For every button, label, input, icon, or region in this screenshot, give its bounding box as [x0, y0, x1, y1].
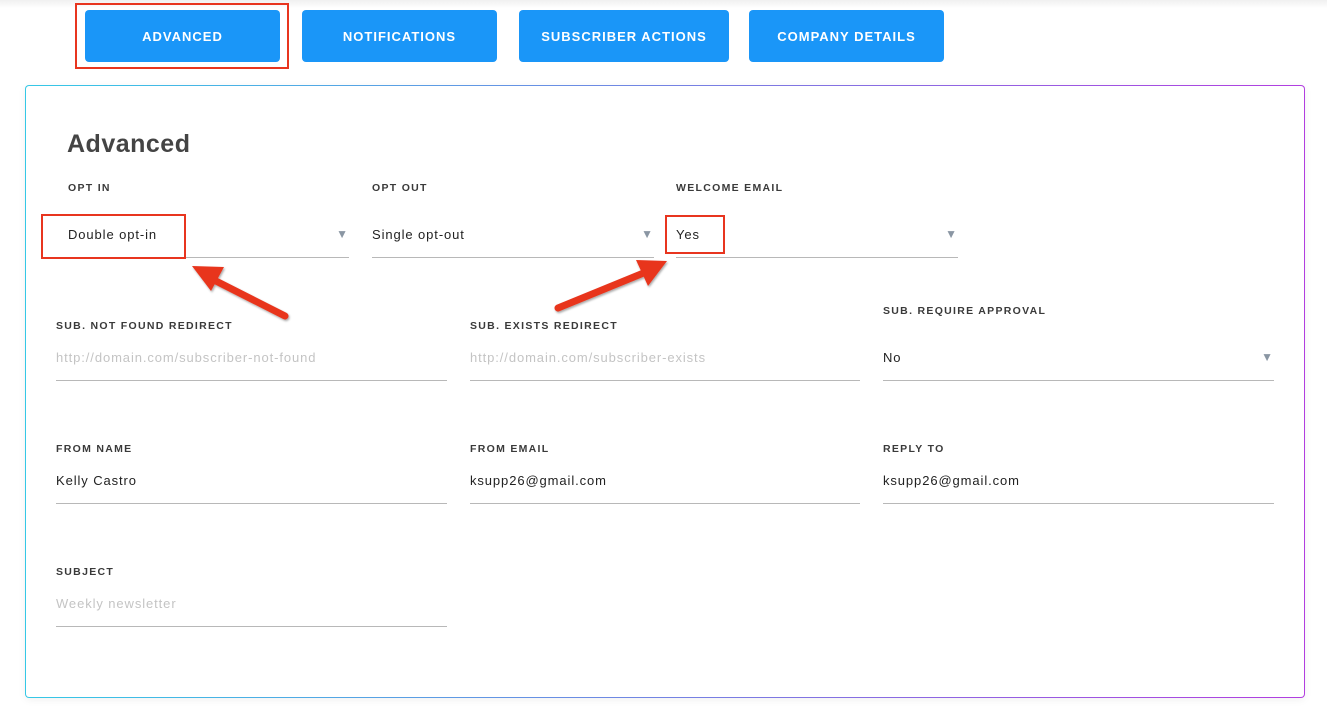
annotation-arrows	[192, 260, 667, 320]
arrow-icon	[192, 266, 289, 320]
arrow-icon	[554, 260, 667, 312]
